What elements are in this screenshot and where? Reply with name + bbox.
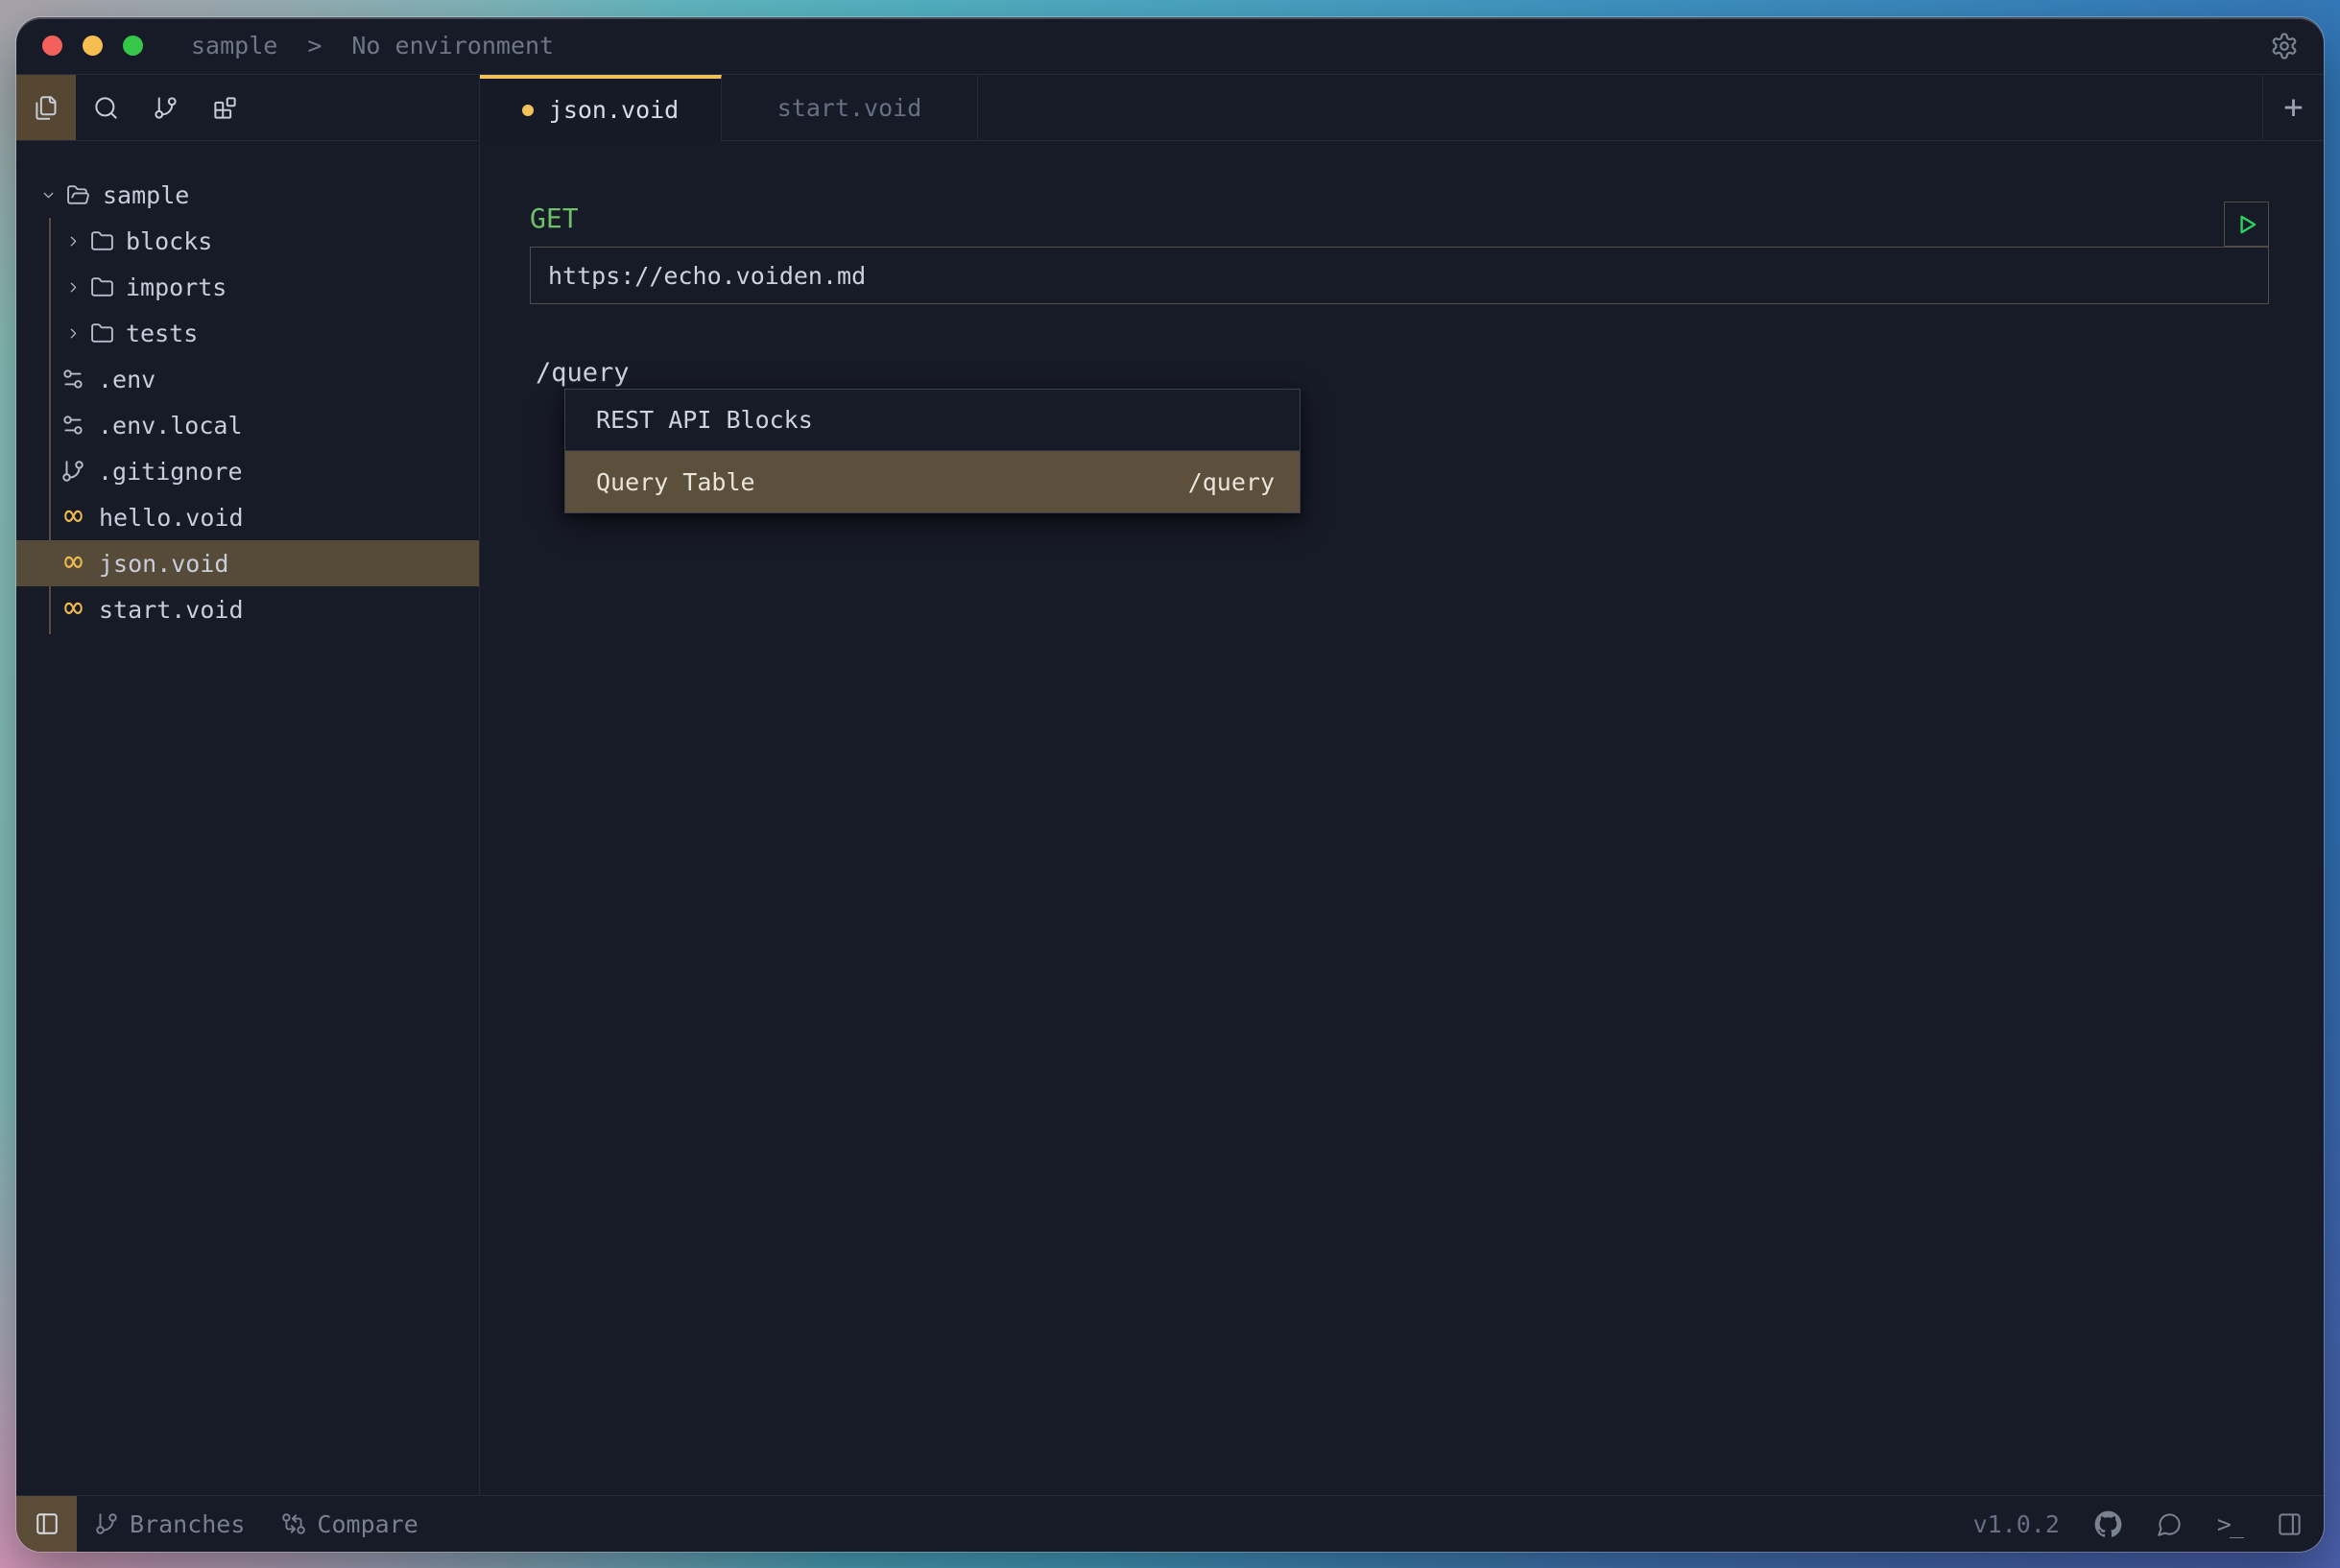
tree-item-hello-void[interactable]: ∞ hello.void bbox=[16, 494, 479, 540]
tree-item-label: hello.void bbox=[99, 504, 244, 532]
compare-label: Compare bbox=[317, 1510, 418, 1538]
main-area: sample blocks imports tests bbox=[16, 141, 2324, 1495]
send-request-button[interactable] bbox=[2224, 202, 2269, 247]
chevron-down-icon bbox=[40, 187, 57, 203]
blocks-panel-item-query-table[interactable]: Query Table /query bbox=[565, 451, 1300, 512]
file-explorer-sidebar: sample blocks imports tests bbox=[16, 141, 480, 1495]
files-icon bbox=[34, 95, 60, 121]
tree-item-label: imports bbox=[126, 273, 227, 301]
folder-icon bbox=[90, 321, 114, 345]
tree-item-label: sample bbox=[103, 181, 189, 209]
tree-item-gitignore[interactable]: .gitignore bbox=[16, 448, 479, 494]
git-compare-icon bbox=[281, 1511, 306, 1536]
branches-button[interactable]: Branches bbox=[94, 1510, 245, 1538]
window-zoom-button[interactable] bbox=[123, 36, 143, 56]
terminal-button[interactable]: >_ bbox=[2217, 1510, 2242, 1538]
activity-bar bbox=[16, 75, 480, 141]
search-button[interactable] bbox=[76, 75, 135, 140]
extensions-button[interactable] bbox=[195, 75, 254, 140]
editor-content: GET /query REST API Blocks Query Table /… bbox=[480, 141, 2324, 1495]
folder-open-icon bbox=[66, 183, 90, 207]
tab-label: json.void bbox=[549, 96, 679, 124]
github-button[interactable] bbox=[2094, 1510, 2122, 1538]
new-tab-button[interactable]: + bbox=[2262, 75, 2324, 141]
feedback-chat-button[interactable] bbox=[2157, 1511, 2183, 1537]
blocks-panel-header: REST API Blocks bbox=[565, 390, 1300, 451]
tree-item-label: tests bbox=[126, 320, 198, 347]
http-method-selector[interactable]: GET bbox=[530, 202, 579, 234]
git-branch-icon bbox=[94, 1511, 119, 1536]
tree-item-tests[interactable]: tests bbox=[16, 310, 479, 356]
window-controls bbox=[42, 36, 143, 56]
infinity-icon: ∞ bbox=[60, 503, 86, 528]
tree-item-label: start.void bbox=[99, 596, 244, 624]
tab-start-void[interactable]: start.void bbox=[722, 75, 978, 141]
desktop-background: sample > No environment bbox=[0, 0, 2340, 1568]
compare-button[interactable]: Compare bbox=[281, 1510, 418, 1538]
window-close-button[interactable] bbox=[42, 36, 62, 56]
tree-item-label: .env bbox=[98, 366, 155, 393]
endpoint-path-label: /query bbox=[536, 358, 630, 388]
block-item-name: Query Table bbox=[596, 468, 755, 496]
chevron-right-icon bbox=[65, 279, 82, 296]
chevron-right-icon bbox=[65, 325, 82, 342]
modified-dot-icon bbox=[522, 105, 534, 116]
panel-left-icon bbox=[35, 1511, 60, 1536]
environment-selector[interactable]: No environment bbox=[351, 32, 554, 59]
chat-bubble-icon bbox=[2157, 1511, 2183, 1537]
tab-bar-filler bbox=[978, 75, 2262, 141]
explorer-files-button[interactable] bbox=[16, 75, 76, 140]
tree-item-sample[interactable]: sample bbox=[16, 172, 479, 218]
blocks-dropdown-panel: REST API Blocks Query Table /query bbox=[564, 389, 1301, 513]
top-row: json.void start.void + bbox=[16, 75, 2324, 141]
titlebar[interactable]: sample > No environment bbox=[16, 17, 2324, 75]
git-branch-icon bbox=[153, 95, 179, 121]
status-bar: Branches Compare v1.0.2 >_ bbox=[16, 1495, 2324, 1552]
toggle-sidebar-button[interactable] bbox=[16, 1496, 77, 1552]
tree-item-env[interactable]: .env bbox=[16, 356, 479, 402]
github-icon bbox=[2094, 1510, 2122, 1538]
branches-label: Branches bbox=[130, 1510, 245, 1538]
status-bar-right: v1.0.2 >_ bbox=[1973, 1510, 2324, 1538]
tree-item-start-void[interactable]: ∞ start.void bbox=[16, 586, 479, 632]
tab-label: start.void bbox=[777, 94, 922, 122]
tree-item-label: .gitignore bbox=[98, 458, 243, 486]
url-input[interactable] bbox=[531, 262, 2268, 290]
infinity-icon: ∞ bbox=[60, 595, 86, 620]
tree-item-label: .env.local bbox=[98, 412, 243, 440]
toggle-right-panel-button[interactable] bbox=[2277, 1511, 2303, 1537]
tree-item-imports[interactable]: imports bbox=[16, 264, 479, 310]
git-branch-icon bbox=[60, 459, 85, 484]
tab-bar: json.void start.void + bbox=[480, 75, 2324, 141]
folder-icon bbox=[90, 275, 114, 299]
app-window: sample > No environment bbox=[16, 17, 2324, 1552]
sliders-icon bbox=[60, 367, 85, 392]
app-version: v1.0.2 bbox=[1973, 1510, 2060, 1538]
play-icon bbox=[2234, 212, 2259, 237]
folder-icon bbox=[90, 229, 114, 253]
tree-item-label: blocks bbox=[126, 227, 212, 255]
breadcrumb-project[interactable]: sample bbox=[191, 32, 277, 59]
tree-item-label: json.void bbox=[99, 550, 228, 578]
source-control-button[interactable] bbox=[135, 75, 195, 140]
search-icon bbox=[93, 95, 119, 121]
chevron-right-icon bbox=[65, 233, 82, 249]
tab-json-void[interactable]: json.void bbox=[480, 75, 722, 141]
sliders-icon bbox=[60, 413, 85, 438]
blocks-icon bbox=[212, 95, 238, 121]
window-minimize-button[interactable] bbox=[83, 36, 103, 56]
tree-item-blocks[interactable]: blocks bbox=[16, 218, 479, 264]
panel-right-icon bbox=[2277, 1511, 2303, 1537]
block-item-value: /query bbox=[1188, 468, 1275, 496]
infinity-icon: ∞ bbox=[60, 549, 86, 574]
url-field-container bbox=[530, 247, 2269, 304]
tree-item-env-local[interactable]: .env.local bbox=[16, 402, 479, 448]
breadcrumb: sample > No environment bbox=[191, 32, 554, 59]
tree-item-json-void[interactable]: ∞ json.void bbox=[16, 540, 479, 586]
chevron-right-icon: > bbox=[307, 32, 322, 59]
settings-gear-icon[interactable] bbox=[2270, 32, 2299, 60]
